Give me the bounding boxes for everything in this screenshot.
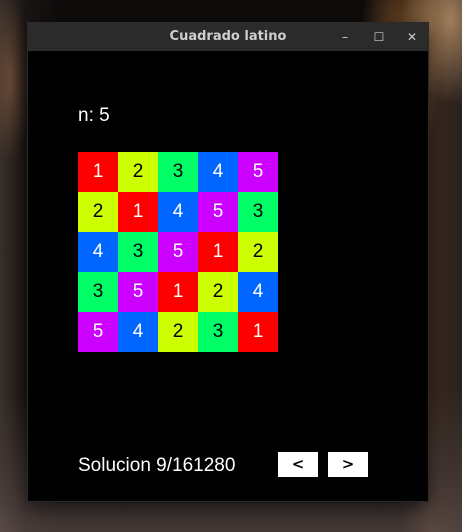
grid-cell: 3 (198, 312, 238, 352)
grid-cell: 4 (198, 152, 238, 192)
app-window: Cuadrado latino – ☐ ✕ n: 5 1234521453435… (28, 23, 428, 501)
grid-cell: 1 (78, 152, 118, 192)
grid-cell: 3 (78, 272, 118, 312)
grid-cell: 5 (198, 192, 238, 232)
grid-cell: 1 (118, 192, 158, 232)
grid-cell: 2 (118, 152, 158, 192)
next-solution-button[interactable]: > (328, 452, 368, 477)
grid-cell: 2 (198, 272, 238, 312)
minimize-button[interactable]: – (328, 23, 362, 51)
latin-square-grid: 1234521453435123512454231 (78, 152, 278, 352)
size-label: n: 5 (78, 105, 110, 126)
grid-cell: 4 (238, 272, 278, 312)
grid-cell: 5 (158, 232, 198, 272)
grid-cell: 2 (78, 192, 118, 232)
previous-solution-button[interactable]: < (278, 452, 318, 477)
grid-cell: 3 (238, 192, 278, 232)
maximize-button[interactable]: ☐ (362, 23, 396, 51)
grid-cell: 2 (238, 232, 278, 272)
grid-cell: 3 (118, 232, 158, 272)
grid-cell: 4 (158, 192, 198, 232)
title-bar[interactable]: Cuadrado latino – ☐ ✕ (28, 23, 428, 51)
grid-cell: 5 (118, 272, 158, 312)
grid-cell: 1 (158, 272, 198, 312)
grid-cell: 1 (198, 232, 238, 272)
grid-cell: 3 (158, 152, 198, 192)
grid-cell: 5 (238, 152, 278, 192)
grid-cell: 5 (78, 312, 118, 352)
grid-cell: 4 (78, 232, 118, 272)
close-button[interactable]: ✕ (395, 23, 429, 51)
grid-cell: 4 (118, 312, 158, 352)
grid-cell: 2 (158, 312, 198, 352)
solution-counter: Solucion 9/161280 (78, 455, 236, 476)
grid-cell: 1 (238, 312, 278, 352)
